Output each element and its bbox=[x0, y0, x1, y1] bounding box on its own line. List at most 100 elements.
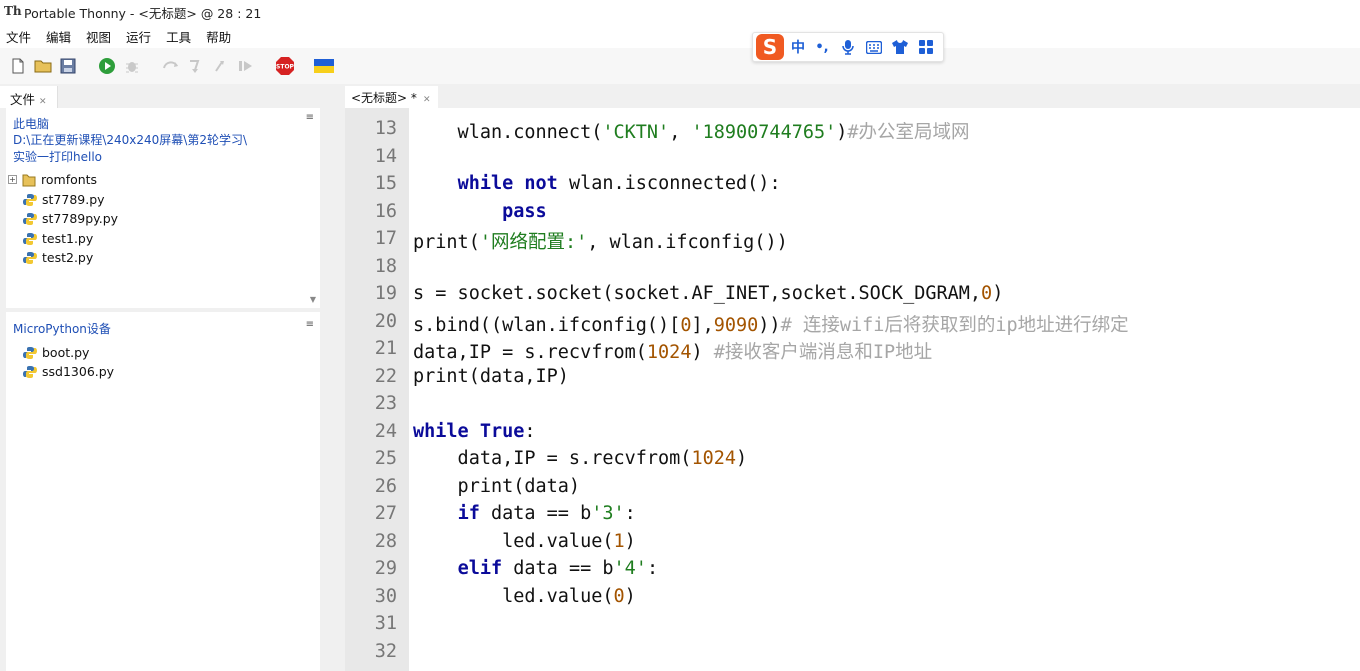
location-this-pc[interactable]: 此电脑 bbox=[13, 115, 49, 132]
code-token: ], bbox=[691, 314, 714, 336]
code-token: ) bbox=[736, 448, 748, 469]
new-file-icon[interactable] bbox=[8, 56, 28, 76]
path-line[interactable]: 实验一打印hello bbox=[13, 148, 102, 165]
scroll-down-icon[interactable]: ▼ bbox=[310, 295, 316, 304]
file-item[interactable]: test2.py bbox=[22, 248, 93, 267]
code-token: data == b bbox=[502, 558, 614, 579]
step-into-icon[interactable] bbox=[186, 56, 206, 76]
line-number: 26 bbox=[374, 475, 397, 497]
code-line[interactable]: led.value(1) bbox=[413, 531, 636, 552]
code-token: '18900744765' bbox=[691, 122, 837, 143]
code-line[interactable]: data,IP = s.recvfrom(1024) bbox=[413, 448, 748, 469]
code-line[interactable]: if data == b'3': bbox=[413, 503, 636, 524]
file-item[interactable]: ssd1306.py bbox=[22, 362, 114, 381]
code-token: not bbox=[524, 173, 558, 194]
menu-run[interactable]: 运行 bbox=[126, 27, 151, 46]
code-token: '网络配置:' bbox=[479, 232, 588, 253]
file-item[interactable]: st7789py.py bbox=[22, 209, 118, 228]
close-icon[interactable]: ✕ bbox=[39, 97, 47, 107]
menu-bar: 文件 编辑 视图 运行 工具 帮助 bbox=[0, 24, 1360, 48]
code-line[interactable]: data,IP = s.recvfrom(1024) #接收客户端消息和IP地址 bbox=[413, 338, 932, 364]
python-file-icon bbox=[22, 345, 38, 361]
code-line[interactable]: led.value(0) bbox=[413, 586, 636, 607]
title-bar: Th Portable Thonny - <无标题> @ 28 : 21 bbox=[0, 0, 1360, 24]
menu-file[interactable]: 文件 bbox=[6, 27, 31, 46]
file-item[interactable]: st7789.py bbox=[22, 190, 105, 209]
code-token: , wlan.ifconfig()) bbox=[587, 232, 788, 253]
open-folder-icon[interactable] bbox=[33, 56, 53, 76]
file-item[interactable]: boot.py bbox=[22, 343, 89, 362]
python-file-icon bbox=[22, 231, 38, 247]
code-line[interactable]: s = socket.socket(socket.AF_INET,socket.… bbox=[413, 283, 1003, 304]
run-icon[interactable] bbox=[97, 56, 117, 76]
code-line[interactable]: while not wlan.isconnected(): bbox=[413, 173, 781, 194]
line-number: 21 bbox=[374, 338, 397, 359]
device-label[interactable]: MicroPython设备 bbox=[13, 320, 111, 337]
file-name: boot.py bbox=[42, 345, 90, 360]
code-token: led.value( bbox=[413, 530, 614, 552]
stop-icon[interactable]: STOP bbox=[275, 56, 295, 76]
code-token: #办公室局域网 bbox=[847, 122, 970, 143]
step-over-icon[interactable] bbox=[161, 56, 181, 76]
skin-shirt-icon[interactable] bbox=[891, 38, 909, 56]
code-line[interactable]: pass bbox=[413, 201, 547, 222]
line-number: 17 bbox=[374, 228, 397, 249]
line-number-gutter: 13 14 15 16 17 18 19 20 21 22 23 24 25 26 27 28 29 30 31 32 bbox=[345, 108, 409, 671]
step-out-icon[interactable] bbox=[211, 56, 231, 76]
ime-punctuation-toggle[interactable]: •, bbox=[813, 38, 831, 56]
expand-icon[interactable]: + bbox=[8, 175, 17, 184]
editor-tab-label: <无标题> * bbox=[351, 91, 417, 105]
code-token: #接收客户端消息和IP地址 bbox=[713, 342, 933, 363]
code-line[interactable]: print(data) bbox=[413, 476, 581, 497]
pane-menu-icon[interactable]: ≡ bbox=[306, 112, 314, 123]
pane-menu-icon[interactable]: ≡ bbox=[306, 319, 314, 330]
code-line[interactable]: print('网络配置:', wlan.ifconfig()) bbox=[413, 228, 788, 254]
save-icon[interactable] bbox=[58, 56, 78, 76]
code-token: )) bbox=[758, 314, 781, 336]
files-pane-tabrow: 文件 ✕ bbox=[0, 86, 345, 108]
microphone-icon[interactable] bbox=[839, 38, 857, 56]
code-token: ) bbox=[624, 585, 636, 607]
line-number: 15 bbox=[374, 173, 397, 194]
window-title: Portable Thonny - <无标题> @ 28 : 21 bbox=[24, 5, 262, 21]
menu-edit[interactable]: 编辑 bbox=[46, 27, 71, 46]
code-token: data == b bbox=[479, 503, 592, 524]
code-line[interactable]: wlan.connect('CKTN', '18900744765')#办公室局… bbox=[413, 118, 970, 144]
code-token: 0 bbox=[981, 283, 993, 304]
files-pane-tab-label: 文件 bbox=[10, 92, 36, 107]
files-pane-tab[interactable]: 文件 ✕ bbox=[0, 86, 58, 108]
code-line[interactable]: elif data == b'4': bbox=[413, 558, 659, 579]
code-line[interactable]: while True: bbox=[413, 421, 536, 442]
file-item[interactable]: test1.py bbox=[22, 229, 93, 248]
menu-view[interactable]: 视图 bbox=[86, 27, 111, 46]
close-icon[interactable]: ✕ bbox=[423, 95, 431, 105]
keyboard-icon[interactable] bbox=[865, 38, 883, 56]
python-file-icon bbox=[22, 211, 38, 227]
code-line[interactable]: print(data,IP) bbox=[413, 366, 569, 387]
sogou-logo-icon[interactable]: S bbox=[756, 34, 784, 60]
code-token: while bbox=[413, 420, 469, 442]
resume-icon[interactable] bbox=[236, 56, 256, 76]
ime-language-toggle[interactable]: 中 bbox=[791, 37, 805, 57]
code-editor[interactable]: 13 14 15 16 17 18 19 20 21 22 23 24 25 26 27 28 29 30 31 32… bbox=[345, 108, 1360, 671]
python-file-icon bbox=[22, 192, 38, 208]
code-token: if bbox=[457, 503, 480, 524]
code-token: led.value( bbox=[413, 585, 614, 607]
python-file-icon bbox=[22, 250, 38, 266]
code-token: 1 bbox=[613, 530, 625, 552]
code-line[interactable]: s.bind((wlan.ifconfig()[0],9090))# 连接wif… bbox=[413, 311, 1129, 337]
ukraine-flag-icon[interactable] bbox=[314, 56, 334, 76]
files-pane: ≡ 此电脑 D:\正在更新课程\240x240屏幕\第2轮学习\ 实验一打印he… bbox=[6, 108, 320, 308]
menu-help[interactable]: 帮助 bbox=[206, 27, 231, 46]
line-number: 19 bbox=[374, 283, 397, 304]
debug-icon[interactable] bbox=[122, 56, 142, 76]
code-token: : bbox=[646, 558, 659, 579]
menu-tools[interactable]: 工具 bbox=[166, 27, 191, 46]
code-token: 1024 bbox=[646, 342, 692, 363]
code-area[interactable]: wlan.connect('CKTN', '18900744765')#办公室局… bbox=[413, 108, 1358, 671]
editor-tab[interactable]: <无标题> * ✕ bbox=[345, 86, 439, 108]
path-line[interactable]: D:\正在更新课程\240x240屏幕\第2轮学习\ bbox=[13, 131, 247, 148]
toolbox-grid-icon[interactable] bbox=[917, 38, 935, 56]
folder-item[interactable]: + romfonts bbox=[8, 170, 97, 189]
